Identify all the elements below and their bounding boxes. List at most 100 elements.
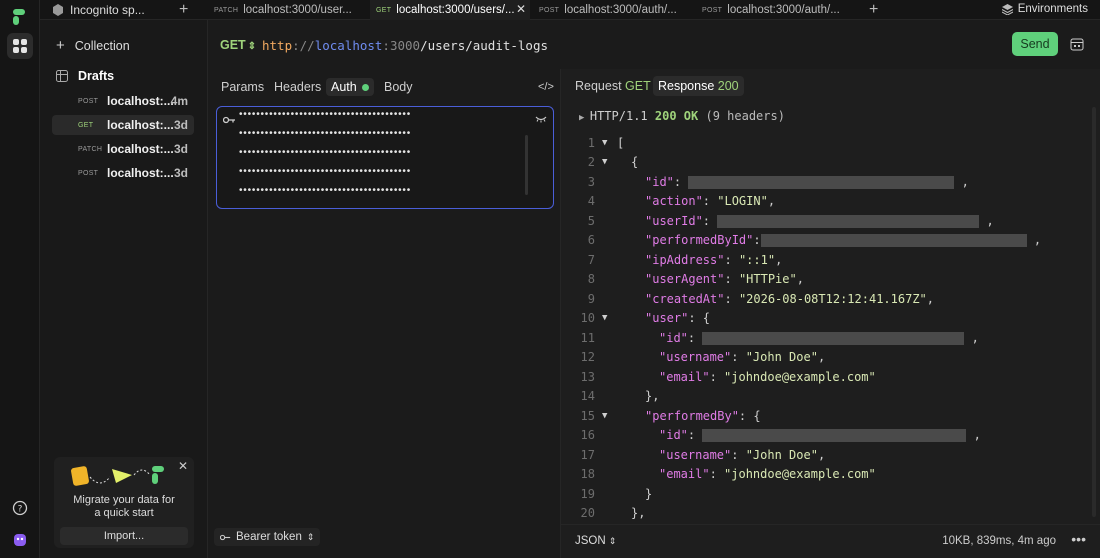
format-label: JSON xyxy=(575,535,606,547)
response-pane: Request GET Response 200 ▶ HTTP/1.1 200 … xyxy=(561,69,1100,558)
tab-auth[interactable]: Auth xyxy=(326,78,374,96)
calendar-icon[interactable] xyxy=(1070,37,1084,54)
tab-headers[interactable]: Headers xyxy=(269,78,326,96)
draft-name: localhost:... xyxy=(107,94,174,108)
status-code: 200 OK xyxy=(654,109,699,123)
more-options-icon[interactable]: ••• xyxy=(1071,531,1086,547)
migrate-illustration-icon xyxy=(70,463,170,492)
draft-time: 3d xyxy=(173,166,188,180)
close-tab-icon[interactable]: ✕ xyxy=(516,2,526,16)
token-mask-line: •••••••••••••••••••••••••••••••••••••••• xyxy=(239,166,412,177)
request-pane: Params Headers Auth Body </> •••••••••••… xyxy=(208,69,561,558)
code-snippet-icon[interactable]: </> xyxy=(538,81,554,93)
drafts-grid-icon xyxy=(56,70,68,82)
draft-method: POST xyxy=(78,97,99,105)
json-value: "LOGIN" xyxy=(717,194,768,208)
draft-time: 4m xyxy=(170,94,188,108)
url-bar: GET ⇕ http://localhost:3000/users/audit-l… xyxy=(208,20,1100,69)
format-selector[interactable]: JSON ⇕ xyxy=(575,535,616,547)
workspace-icon xyxy=(53,4,63,16)
status-headers: (9 headers) xyxy=(705,109,785,123)
plus-icon: + xyxy=(56,37,65,54)
tab-method: POST xyxy=(702,6,723,14)
url-port: :3000 xyxy=(382,38,421,53)
tab-post-auth-1[interactable]: POST localhost:3000/auth/... xyxy=(533,0,693,20)
eye-closed-icon[interactable] xyxy=(535,112,547,126)
url-separator: :// xyxy=(292,38,315,53)
method-selector[interactable]: GET ⇕ xyxy=(220,38,256,52)
migrate-text-line1: Migrate your data for xyxy=(73,494,175,506)
redacted-value xyxy=(688,176,955,189)
response-scrollbar[interactable] xyxy=(1092,107,1096,517)
tab-post-auth-2[interactable]: POST localhost:3000/auth/... xyxy=(696,0,856,20)
redacted-value xyxy=(760,234,1027,247)
migrate-text-line2: a quick start xyxy=(94,507,154,519)
draft-time: 3d xyxy=(173,142,188,156)
migrate-card: ✕ Migrate your data for a quick start Im… xyxy=(54,457,194,548)
tab-label: localhost:3000/auth/... xyxy=(727,4,840,16)
tab-get-users[interactable]: GET localhost:3000/users/... xyxy=(370,0,530,20)
auth-token-field[interactable]: ••••••••••••••••••••••••••••••••••••••••… xyxy=(216,106,554,209)
expand-triangle-icon: ▶ xyxy=(579,113,590,123)
json-value: "2026-08-08T12:12:41.167Z" xyxy=(738,292,927,306)
response-meta: 10KB, 839ms, 4m ago xyxy=(942,535,1056,547)
workspace-switcher[interactable]: Incognito sp... xyxy=(52,3,145,17)
draft-name: localhost:... xyxy=(107,166,174,180)
key-icon xyxy=(220,534,231,540)
sidebar: + Collection Drafts POST localhost:... 4… xyxy=(40,20,208,558)
import-button[interactable]: Import... xyxy=(60,527,188,545)
tab-method: PATCH xyxy=(214,6,239,14)
top-bar: Incognito sp... + PATCH localhost:3000/u… xyxy=(40,0,1100,20)
field-scrollbar[interactable] xyxy=(525,135,528,195)
tab-params[interactable]: Params xyxy=(216,78,269,96)
draft-item[interactable]: POST localhost:... 3d xyxy=(52,163,194,183)
left-rail: ? xyxy=(0,0,40,558)
json-value: "John Doe" xyxy=(745,448,818,462)
draft-name: localhost:... xyxy=(107,142,174,156)
token-mask-line: •••••••••••••••••••••••••••••••••••••••• xyxy=(239,147,412,158)
collections-grid-icon[interactable] xyxy=(7,33,33,59)
chevron-updown-icon: ⇕ xyxy=(608,536,617,546)
url-scheme: http xyxy=(262,38,293,53)
app-logo-icon xyxy=(7,4,33,30)
draft-item[interactable]: POST localhost:... 4m xyxy=(52,91,194,111)
url-host: localhost xyxy=(314,38,383,53)
account-avatar-icon[interactable] xyxy=(7,527,33,553)
new-tab-plus-icon[interactable]: + xyxy=(179,1,188,19)
tab-response[interactable]: Response 200 xyxy=(653,76,744,96)
tab-patch-user[interactable]: PATCH localhost:3000/user... xyxy=(208,0,366,20)
auth-type-selector[interactable]: Bearer token ⇕ xyxy=(214,528,321,546)
status-line[interactable]: ▶ HTTP/1.1 200 OK (9 headers) xyxy=(579,109,785,123)
url-input[interactable]: http://localhost:3000/users/audit-logs xyxy=(262,38,548,53)
auth-type-label: Bearer token xyxy=(236,531,302,543)
method-label: GET xyxy=(220,38,246,52)
tab-body[interactable]: Body xyxy=(379,78,418,96)
add-tab-plus-icon[interactable]: + xyxy=(869,1,878,19)
tab-label: localhost:3000/user... xyxy=(243,4,352,16)
close-icon[interactable]: ✕ xyxy=(178,459,188,473)
token-mask-line: •••••••••••••••••••••••••••••••••••••••• xyxy=(239,109,412,120)
json-value: "HTTPie" xyxy=(738,272,797,286)
json-value: "John Doe" xyxy=(745,350,818,364)
environments-button[interactable]: Environments xyxy=(1001,3,1088,15)
active-dot-icon xyxy=(361,83,369,91)
tab-method: POST xyxy=(539,6,560,14)
draft-name: localhost:... xyxy=(107,118,174,132)
tab-request[interactable]: Request GET xyxy=(570,76,656,96)
send-button[interactable]: Send xyxy=(1012,32,1058,56)
draft-method: GET xyxy=(78,121,94,129)
key-icon xyxy=(222,113,236,127)
tab-response-label: Response xyxy=(658,79,715,93)
redacted-value xyxy=(702,332,965,345)
drafts-title: Drafts xyxy=(78,69,115,83)
draft-item[interactable]: GET localhost:... 3d xyxy=(52,115,194,135)
drafts-header[interactable]: Drafts xyxy=(56,69,114,83)
collection-button[interactable]: + Collection xyxy=(56,37,130,54)
svg-text:?: ? xyxy=(18,505,23,515)
draft-method: POST xyxy=(78,169,99,177)
layers-icon xyxy=(1001,3,1013,15)
help-icon[interactable]: ? xyxy=(7,495,33,521)
tab-request-label: Request xyxy=(575,79,622,93)
redacted-value xyxy=(717,215,980,228)
draft-item[interactable]: PATCH localhost:... 3d xyxy=(52,139,194,159)
